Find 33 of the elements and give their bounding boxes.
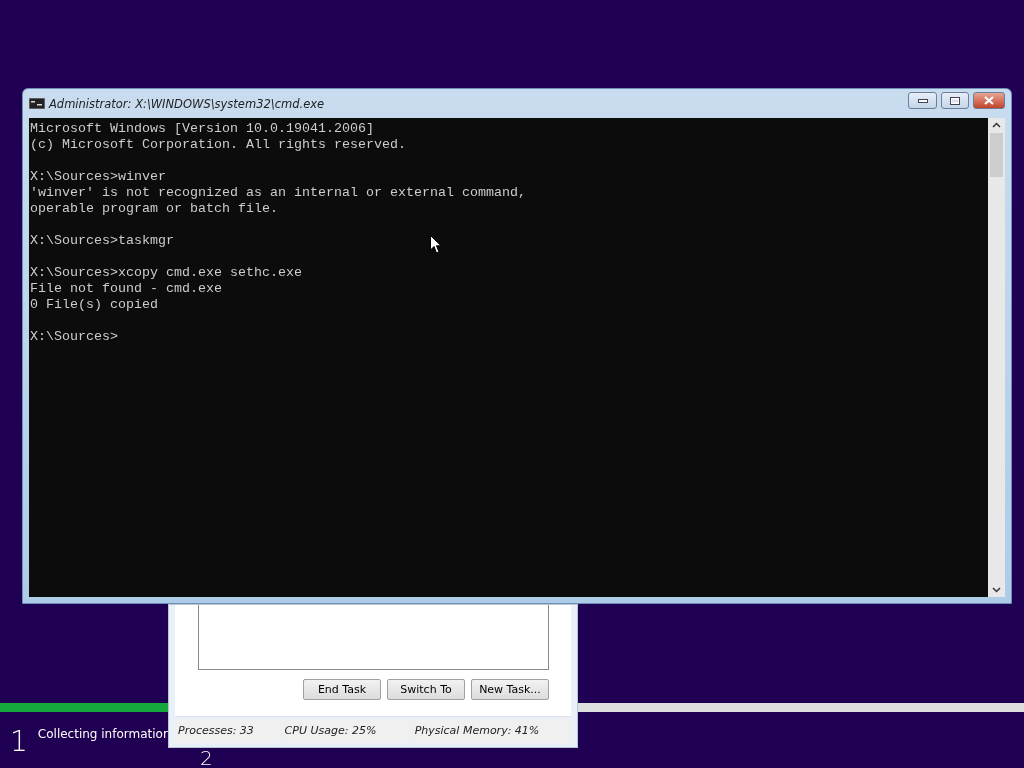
status-text: Physical Memory: 41%: [411, 719, 571, 743]
step-number: 1: [10, 724, 28, 760]
task-button[interactable]: Switch To: [387, 679, 465, 700]
scroll-thumb[interactable]: [990, 133, 1003, 177]
console-icon: [29, 98, 45, 109]
scroll-down-icon[interactable]: [992, 587, 1001, 593]
close-button[interactable]: [973, 92, 1005, 109]
console-line: X:\Sources>taskmgr: [30, 233, 174, 249]
task-button[interactable]: New Task...: [471, 679, 549, 700]
step-label: Collecting information: [37, 726, 171, 743]
scrollbar[interactable]: [988, 118, 1005, 597]
step-number: 2: [200, 749, 213, 768]
close-icon: [984, 96, 994, 105]
console-line: 0 File(s) copied: [30, 297, 158, 313]
maximize-icon: [950, 96, 960, 105]
console-line: X:\Sources>: [30, 329, 118, 345]
task-list[interactable]: [198, 605, 549, 670]
window-title: Administrator: X:\WINDOWS\system32\cmd.exe: [49, 96, 326, 111]
scroll-up-icon[interactable]: [992, 122, 1001, 128]
console-line: 'winver' is not recognized as an internal or external command,: [30, 185, 526, 201]
console-line: X:\Sources>xcopy cmd.exe sethc.exe: [30, 265, 302, 281]
mouse-pointer-icon: [430, 235, 442, 254]
console-line: File not found - cmd.exe: [30, 281, 222, 297]
console-line: X:\Sources>winver: [30, 169, 166, 185]
status-text: CPU Usage: 25%: [281, 719, 410, 743]
console-line: (c) Microsoft Corporation. All rights reserved.: [30, 137, 406, 153]
minimize-icon: [917, 98, 928, 103]
minimize-button[interactable]: [908, 92, 937, 109]
maximize-button[interactable]: [941, 92, 969, 109]
task-button[interactable]: End Task: [303, 679, 381, 700]
console-line: Microsoft Windows [Version 10.0.19041.2006]: [30, 121, 374, 137]
console-line: operable program or batch file.: [30, 201, 278, 217]
status-text: Processes: 33: [175, 719, 280, 743]
